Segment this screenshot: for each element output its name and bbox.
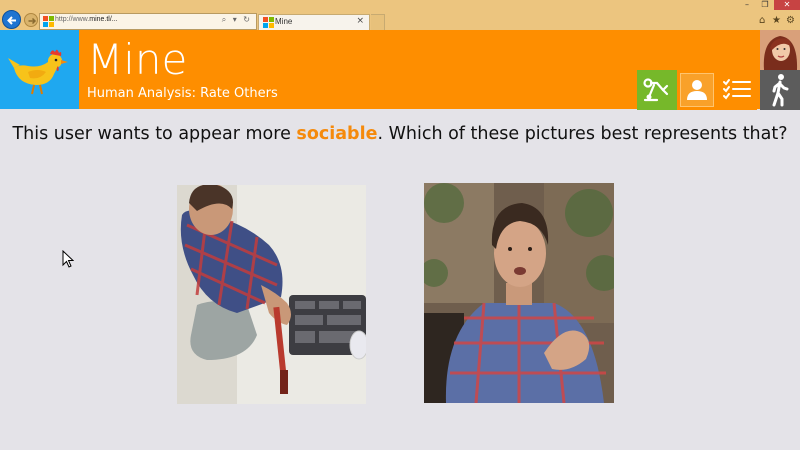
favorites-icon[interactable]: ★ <box>772 15 781 26</box>
user-icon <box>687 80 707 100</box>
address-bar[interactable]: http://www.mine.tl/... ⌕ ▾ ↻ <box>39 13 257 30</box>
tasks-button[interactable] <box>717 70 757 110</box>
new-tab-button[interactable] <box>371 14 385 30</box>
walking-person-icon <box>772 74 789 107</box>
back-arrow-icon <box>7 16 16 25</box>
close-window-button[interactable]: ✕ <box>774 0 800 10</box>
photo-man-talking <box>424 183 614 403</box>
profile-button[interactable] <box>677 70 717 110</box>
photo-man-with-toolbox <box>177 185 366 404</box>
question-suffix: . Which of these pictures best represent… <box>377 124 788 144</box>
robot-button[interactable] <box>637 70 677 110</box>
app-header: Mine Human Analysis: Rate Others <box>0 30 800 110</box>
minimize-button[interactable]: – <box>738 0 756 10</box>
browser-tab[interactable]: Mine × <box>258 14 370 30</box>
question-text: This user wants to appear more sociable.… <box>0 124 800 144</box>
question-prefix: This user wants to appear more <box>12 124 297 144</box>
profile-button-frame <box>680 73 714 107</box>
tab-title: Mine <box>275 17 293 26</box>
app-title: Mine <box>87 35 188 84</box>
tab-favicon-icon <box>263 17 274 28</box>
avatar-photo <box>760 30 800 70</box>
logout-button[interactable] <box>760 70 800 110</box>
photo-option-1[interactable] <box>177 185 366 404</box>
home-icon[interactable]: ⌂ <box>759 15 765 26</box>
mouse-cursor-icon <box>62 250 74 268</box>
highlight-word: sociable <box>296 124 378 144</box>
site-favicon-icon <box>43 16 54 27</box>
address-tools[interactable]: ⌕ ▾ ↻ <box>222 15 252 25</box>
maximize-button[interactable]: ❐ <box>756 0 774 10</box>
robot-icon <box>643 78 669 102</box>
tab-close-icon[interactable]: × <box>356 16 364 26</box>
user-avatar[interactable] <box>760 30 800 70</box>
app-logo[interactable] <box>0 30 79 109</box>
bird-logo-icon <box>8 49 68 95</box>
settings-icon[interactable]: ⚙ <box>786 15 795 26</box>
forward-arrow-icon <box>28 17 37 25</box>
forward-button[interactable] <box>24 13 38 27</box>
address-url[interactable]: http://www.mine.tl/... <box>55 16 118 23</box>
photo-option-2[interactable] <box>424 183 614 403</box>
back-button[interactable] <box>2 10 21 29</box>
app-subtitle: Human Analysis: Rate Others <box>87 86 278 101</box>
browser-chrome: http://www.mine.tl/... ⌕ ▾ ↻ Mine × – ❐ … <box>0 0 800 30</box>
checklist-icon <box>723 79 751 100</box>
